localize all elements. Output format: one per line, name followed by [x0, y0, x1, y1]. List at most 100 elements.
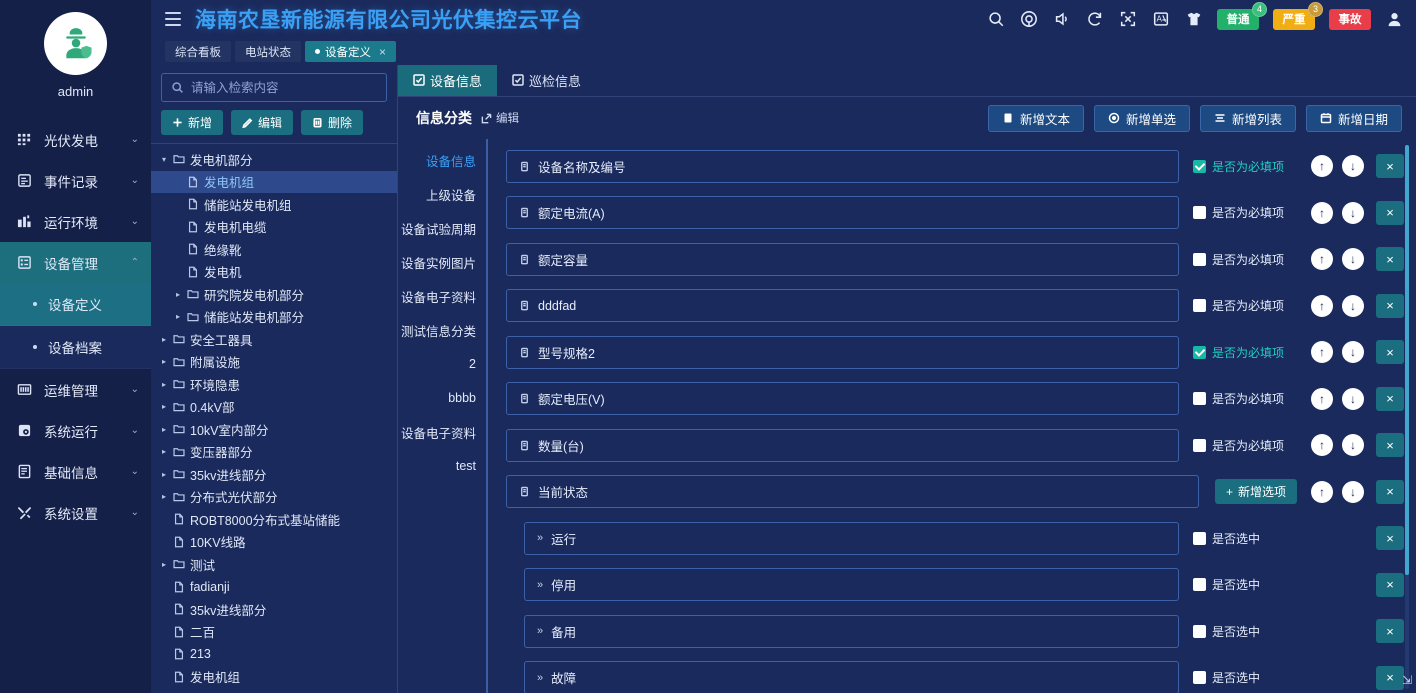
tree-node[interactable]: ▸ 0.4kV部 — [151, 396, 397, 419]
tree-expand-arrow-icon[interactable]: ▸ — [171, 290, 185, 299]
move-up-button[interactable]: ↑ — [1311, 155, 1333, 178]
required-checkbox[interactable] — [1193, 438, 1206, 452]
drag-handle-icon[interactable] — [519, 347, 530, 358]
selected-checkbox-cell[interactable]: 是否选中 — [1179, 530, 1297, 547]
move-down-button[interactable]: ↓ — [1342, 248, 1364, 271]
move-down-button[interactable]: ↓ — [1342, 387, 1364, 410]
tab-station-status[interactable]: 电站状态 — [235, 41, 301, 62]
delete-option-button[interactable]: × — [1376, 665, 1404, 690]
field-input[interactable]: 当前状态 — [506, 475, 1199, 509]
close-icon[interactable]: × — [379, 45, 386, 59]
delete-option-button[interactable]: × — [1376, 526, 1404, 551]
category-item[interactable]: 2 — [398, 347, 486, 381]
option-input[interactable]: » 停用 — [524, 568, 1179, 602]
tree-node[interactable]: ▸ 35kv进线部分 — [151, 463, 397, 486]
user-avatar-icon[interactable] — [1385, 10, 1404, 29]
option-input[interactable]: » 运行 — [524, 521, 1179, 555]
delete-field-button[interactable]: × — [1376, 247, 1404, 272]
sidebar-item-system-run[interactable]: 系统运行 ⌄ — [0, 410, 151, 451]
move-up-button[interactable]: ↑ — [1311, 387, 1333, 410]
tree-node[interactable]: 发电机电缆 — [151, 216, 397, 239]
tree-node[interactable]: 213 — [151, 643, 397, 666]
move-down-button[interactable]: ↓ — [1342, 341, 1364, 364]
device-tree-list[interactable]: ▾ 发电机部分 发电机组 储能站发电机组 发电机电缆 绝缘靴 发电机 ▸ 研究院发电机部分 ▸ 储能… — [151, 143, 397, 693]
required-checkbox-cell[interactable]: 是否为必填项 — [1179, 390, 1297, 407]
field-input[interactable]: 额定电流(A) — [506, 196, 1179, 230]
delete-option-button[interactable]: × — [1376, 619, 1404, 644]
move-down-button[interactable]: ↓ — [1342, 294, 1364, 317]
category-item[interactable]: test — [398, 449, 486, 483]
drag-handle-icon[interactable] — [519, 486, 530, 497]
tree-node[interactable]: ▸ 附属设施 — [151, 351, 397, 374]
tree-node[interactable]: 发电机组 — [151, 170, 397, 193]
drag-handle-icon[interactable] — [519, 440, 530, 451]
tree-node[interactable]: 35kv进线部分 — [151, 598, 397, 621]
field-input[interactable]: dddfad — [506, 289, 1179, 323]
add-radio-button[interactable]: 新增单选 — [1093, 104, 1190, 132]
tree-add-button[interactable]: 新增 — [161, 110, 224, 135]
headset-icon[interactable] — [1019, 10, 1038, 29]
language-icon[interactable]: A — [1151, 10, 1170, 29]
field-input[interactable]: 数量(台) — [506, 428, 1179, 462]
sound-icon[interactable] — [1052, 10, 1071, 29]
required-checkbox-cell[interactable]: 是否为必填项 — [1179, 344, 1297, 361]
fullscreen-icon[interactable] — [1118, 10, 1137, 29]
sidebar-item-environment[interactable]: 运行环境 ⌄ — [0, 201, 151, 242]
move-down-button[interactable]: ↓ — [1342, 155, 1364, 178]
tree-node[interactable]: 绝缘靴 — [151, 238, 397, 261]
category-item[interactable]: 设备实例图片 — [398, 245, 486, 279]
required-checkbox[interactable] — [1193, 299, 1206, 313]
tree-node[interactable]: ▸ 安全工器具 — [151, 328, 397, 351]
option-input[interactable]: » 备用 — [524, 614, 1179, 648]
sidebar-subitem-device-archive[interactable]: 设备档案 — [0, 326, 151, 369]
avatar[interactable] — [44, 12, 107, 75]
selected-checkbox[interactable] — [1193, 624, 1206, 638]
tree-node[interactable]: fadianji — [151, 576, 397, 599]
delete-field-button[interactable]: × — [1376, 386, 1404, 411]
tree-expand-arrow-icon[interactable]: ▸ — [157, 560, 171, 569]
selected-checkbox[interactable] — [1193, 578, 1206, 592]
required-checkbox[interactable] — [1193, 159, 1206, 173]
tree-node[interactable]: ▾ 发电机部分 — [151, 148, 397, 171]
selected-checkbox-cell[interactable]: 是否选中 — [1179, 669, 1297, 686]
selected-checkbox[interactable] — [1193, 531, 1206, 545]
tree-node[interactable]: ▸ 研究院发电机部分 — [151, 283, 397, 306]
tree-expand-arrow-icon[interactable]: ▸ — [157, 402, 171, 411]
category-item[interactable]: 设备电子资料 — [398, 415, 486, 449]
status-badge-severe[interactable]: 严重 3 — [1273, 1, 1323, 30]
category-item[interactable]: 测试信息分类 — [398, 313, 486, 347]
add-list-button[interactable]: 新增列表 — [1199, 104, 1296, 132]
resize-handle-icon[interactable]: ⇲ — [1402, 673, 1412, 687]
delete-option-button[interactable]: × — [1376, 572, 1404, 597]
tree-expand-arrow-icon[interactable]: ▸ — [157, 470, 171, 479]
tree-node[interactable]: ▸ 测试 — [151, 553, 397, 576]
tree-expand-arrow-icon[interactable]: ▸ — [157, 447, 171, 456]
tree-expand-arrow-icon[interactable]: ▸ — [171, 312, 185, 321]
search-icon[interactable] — [986, 10, 1005, 29]
required-checkbox[interactable] — [1193, 345, 1206, 359]
required-checkbox-cell[interactable]: 是否为必填项 — [1179, 251, 1297, 268]
tab-device-definition[interactable]: 设备定义 × — [305, 41, 397, 62]
scrollbar-thumb[interactable] — [1405, 145, 1409, 575]
tree-expand-arrow-icon[interactable]: ▸ — [157, 492, 171, 501]
tree-node[interactable]: ▸ 10kV室内部分 — [151, 418, 397, 441]
sidebar-subitem-device-definition[interactable]: 设备定义 — [0, 283, 151, 326]
tree-node[interactable]: ▸ 变压器部分 — [151, 441, 397, 464]
required-checkbox-cell[interactable]: 是否为必填项 — [1179, 158, 1297, 175]
sidebar-item-events[interactable]: 事件记录 ⌄ — [0, 160, 151, 201]
tree-node[interactable]: 柴机组 — [151, 688, 397, 693]
tab-device-info[interactable]: 设备信息 — [398, 65, 498, 96]
required-checkbox[interactable] — [1193, 392, 1206, 406]
tree-expand-arrow-icon[interactable]: ▸ — [157, 357, 171, 366]
delete-field-button[interactable]: × — [1376, 479, 1404, 504]
category-item[interactable]: 上级设备 — [398, 177, 486, 211]
delete-field-button[interactable]: × — [1376, 154, 1404, 179]
tab-dashboard[interactable]: 综合看板 — [165, 41, 231, 62]
selected-checkbox[interactable] — [1193, 671, 1206, 685]
option-input[interactable]: » 故障 — [524, 661, 1179, 693]
field-list-scroll[interactable]: 设备名称及编号 是否为必填项 ↑ ↓ × 额定电流(A) 是否为必填项 ↑ ↓ × 额定容量 是否为必… — [488, 139, 1416, 693]
required-checkbox[interactable] — [1193, 206, 1206, 220]
tree-node[interactable]: ▸ 储能站发电机部分 — [151, 306, 397, 329]
category-item[interactable]: 设备试验周期 — [398, 211, 486, 245]
move-up-button[interactable]: ↑ — [1311, 201, 1333, 224]
